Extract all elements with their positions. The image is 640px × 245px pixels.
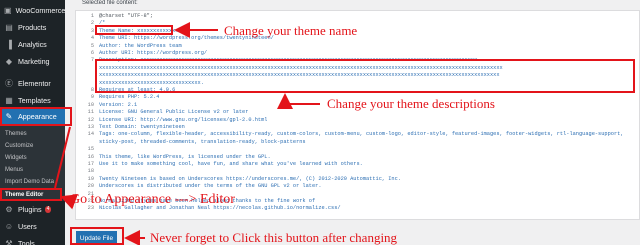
code-line: License URI: http://www.gnu.org/licenses… <box>99 116 268 123</box>
code-line: Author: the WordPress team <box>99 42 182 49</box>
line-number: 2 <box>90 20 94 27</box>
code-line: License: GNU General Public License v2 o… <box>99 109 249 116</box>
line-number: 1 <box>90 13 94 19</box>
elementor-icon: Ⓔ <box>5 79 13 88</box>
line-number: 17 <box>87 161 94 167</box>
code-line: Twenty Nineteen is based on Underscores … <box>99 175 401 182</box>
marketing-icon: ◆ <box>5 57 13 66</box>
code-line: Use it to make something cool, have fun,… <box>99 161 363 167</box>
woocommerce-icon: ▣ <box>4 6 12 15</box>
annotation-theme-descriptions: Change your theme descriptions <box>327 96 495 111</box>
code-line: sticky-post, threaded-comments, translat… <box>99 138 306 145</box>
templates-icon: ▦ <box>5 96 13 105</box>
sidebar-item-label: Marketing <box>18 57 50 66</box>
sidebar-item-woocommerce[interactable]: ▣ WooCommerce <box>0 2 65 19</box>
code-line: Underscores is distributed under the ter… <box>99 183 322 190</box>
sidebar-item-label: Plugins <box>18 205 42 214</box>
theme-editor-highlight <box>0 188 62 201</box>
plugins-update-badge: 4 <box>44 206 52 213</box>
sidebar-item-label: Templates <box>18 96 51 105</box>
code-line: Author URI: https://wordpress.org/ <box>99 50 208 56</box>
sidebar-item-label: Tools <box>18 239 35 245</box>
analytics-icon: ▐ <box>6 40 12 49</box>
line-number: 19 <box>87 175 94 182</box>
submenu-item-widgets[interactable]: Widgets <box>0 152 65 164</box>
update-button-highlight <box>70 227 124 245</box>
line-number: 15 <box>87 146 94 153</box>
line-number: 14 <box>87 131 94 138</box>
sidebar-item-marketing[interactable]: ◆ Marketing <box>0 53 65 70</box>
code-line: Tags: one-column, flexible-header, acces… <box>99 131 624 138</box>
line-number: 12 <box>87 116 94 123</box>
line-number: 20 <box>87 183 94 190</box>
line-number: 9 <box>90 94 94 101</box>
code-line: Requires PHP: 5.2.4 <box>99 94 160 101</box>
sidebar-item-label: Users <box>18 222 37 231</box>
sidebar-item-products[interactable]: ▤ Products <box>0 19 65 36</box>
code-line: Version: 2.1 <box>99 101 138 108</box>
sidebar-item-label: Elementor <box>18 79 51 88</box>
line-number: 11 <box>87 109 94 116</box>
line-number: 13 <box>87 124 94 130</box>
sidebar-item-label: Products <box>18 23 47 32</box>
selected-file-label: Selected file content: <box>82 0 138 6</box>
sidebar-item-users[interactable]: ☺ Users <box>0 218 65 235</box>
line-number: 4 <box>90 35 94 42</box>
sidebar-item-label: Analytics <box>18 40 47 49</box>
code-line: This theme, like WordPress, is licensed … <box>99 153 271 160</box>
line-number: 10 <box>87 101 94 108</box>
line-number: 8 <box>90 87 94 93</box>
code-line: @charset "UTF-8"; <box>99 13 154 19</box>
description-highlight <box>95 59 635 93</box>
submenu-item-themes[interactable]: Themes <box>0 128 65 140</box>
submenu-item-import-demo-data[interactable]: Import Demo Data <box>0 176 65 188</box>
sidebar-item-plugins[interactable]: ⚙ Plugins 4 <box>0 201 65 218</box>
submenu-item-menus[interactable]: Menus <box>0 164 65 176</box>
sidebar-item-analytics[interactable]: ▐ Analytics <box>0 36 65 53</box>
sidebar-item-tools[interactable]: ⚒ Tools <box>0 235 65 245</box>
line-number: 16 <box>87 153 94 160</box>
annotation-go-to-editor: Go to Appearance ---> Editor <box>70 192 235 207</box>
line-number: 7 <box>90 57 94 64</box>
plugins-icon: ⚙ <box>5 205 13 214</box>
annotation-theme-name: Change your theme name <box>224 23 358 38</box>
products-icon: ▤ <box>5 23 13 32</box>
line-number: 5 <box>90 42 94 49</box>
tools-icon: ⚒ <box>5 239 13 245</box>
users-icon: ☺ <box>4 222 14 231</box>
appearance-highlight <box>0 107 72 126</box>
annotation-update-reminder: Never forget to Click this button after … <box>150 230 398 245</box>
sidebar-item-label: WooCommerce <box>15 6 66 15</box>
code-line: Text Domain: twentynineteen <box>99 124 185 130</box>
line-number: 3 <box>90 27 94 34</box>
sidebar-item-elementor[interactable]: Ⓔ Elementor <box>0 75 65 92</box>
line-number: 6 <box>90 50 94 56</box>
line-number: 18 <box>87 168 94 175</box>
submenu-item-customize[interactable]: Customize <box>0 140 65 152</box>
theme-name-highlight <box>95 25 173 35</box>
